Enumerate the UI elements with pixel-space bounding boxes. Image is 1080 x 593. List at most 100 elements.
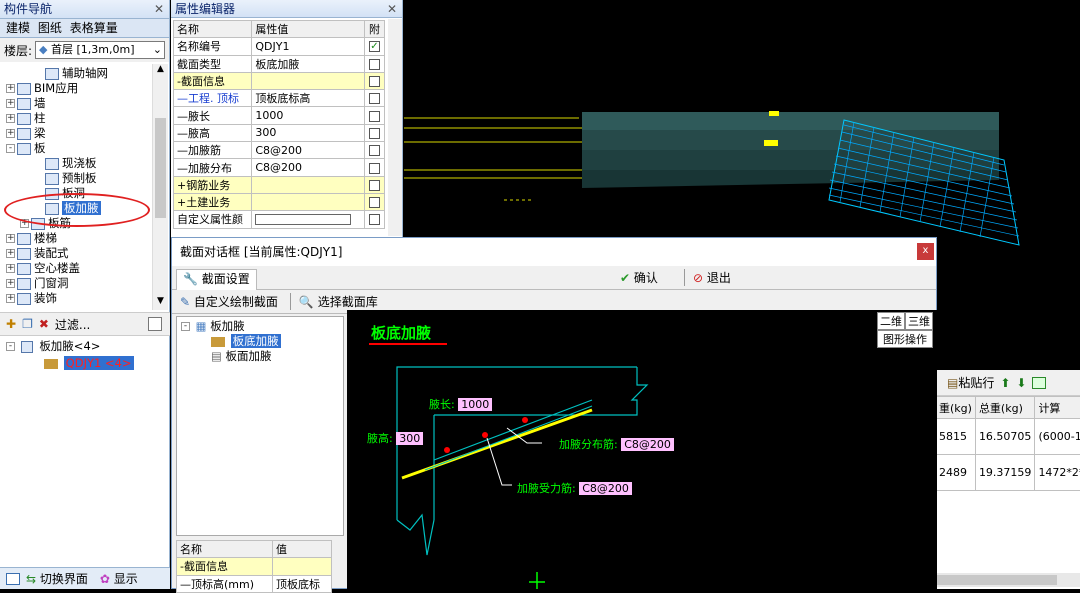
table-cell[interactable]: 19.37159: [975, 455, 1035, 491]
attach-cell[interactable]: [364, 211, 384, 228]
tree-scrollbar[interactable]: ▲ ▼: [152, 64, 168, 310]
expand-icon[interactable]: +: [6, 84, 15, 93]
checkbox[interactable]: [369, 111, 380, 122]
attach-cell[interactable]: [364, 72, 384, 89]
table-cell[interactable]: 2489: [936, 455, 976, 491]
tree-item[interactable]: +墙: [0, 96, 152, 111]
checkbox[interactable]: [369, 197, 380, 208]
tree-item[interactable]: +门窗洞: [0, 276, 152, 291]
floor-select[interactable]: ◆ 首层 [1,3m,0m] ⌄: [35, 41, 165, 59]
attach-cell[interactable]: [364, 124, 384, 141]
property-value[interactable]: 板底加腋: [252, 55, 365, 72]
attach-cell[interactable]: [364, 193, 384, 210]
collapse-icon[interactable]: -: [6, 144, 15, 153]
attach-cell[interactable]: [364, 176, 384, 193]
expand-icon[interactable]: +: [6, 249, 15, 258]
tree-item[interactable]: +装饰: [0, 291, 152, 306]
checkbox[interactable]: [369, 128, 380, 139]
scroll-up-icon[interactable]: ▲: [153, 64, 168, 78]
tree-item[interactable]: +BIM应用: [0, 81, 152, 96]
h-scrollbar[interactable]: [935, 573, 1080, 587]
props-scrollbar[interactable]: [388, 19, 402, 236]
tree-item[interactable]: 辅助轴网: [0, 66, 152, 81]
attach-cell[interactable]: ✓: [364, 38, 384, 55]
property-value[interactable]: C8@200: [252, 142, 365, 159]
table-cell[interactable]: (6000-15: [1035, 419, 1080, 455]
export-icon[interactable]: [1032, 377, 1046, 389]
scroll-down-icon[interactable]: ▼: [153, 296, 168, 310]
move-down-icon[interactable]: ⬇: [1016, 376, 1026, 390]
collapse-icon[interactable]: -: [181, 322, 190, 331]
close-icon[interactable]: ✕: [387, 0, 397, 18]
property-value[interactable]: [252, 211, 365, 228]
checkbox[interactable]: [369, 180, 380, 191]
new-component-icon[interactable]: ✚: [6, 317, 16, 331]
property-value[interactable]: 1000: [252, 107, 365, 124]
attach-cell[interactable]: [364, 107, 384, 124]
switch-ui-button[interactable]: ⇆ 切换界面: [26, 570, 88, 587]
property-value[interactable]: [252, 193, 365, 210]
checked-checkbox[interactable]: ✓: [369, 41, 380, 52]
height-value[interactable]: 300: [396, 432, 423, 445]
expand-icon[interactable]: +: [6, 234, 15, 243]
tree-item[interactable]: +装配式: [0, 246, 152, 261]
tab-table-quantity[interactable]: 表格算量: [70, 21, 118, 35]
attach-cell[interactable]: [364, 90, 384, 107]
move-up-icon[interactable]: ⬆: [1000, 376, 1010, 390]
grid-value[interactable]: 顶板底标: [273, 575, 332, 592]
distribution-value[interactable]: C8@200: [621, 438, 674, 451]
copy-icon[interactable]: ❐: [22, 317, 33, 331]
tab-section-settings[interactable]: 🔧 截面设置: [176, 269, 257, 290]
grid-icon[interactable]: [148, 317, 162, 331]
collapse-icon[interactable]: -: [6, 342, 15, 351]
select-library-button[interactable]: 🔍 选择截面库: [290, 293, 378, 310]
property-value[interactable]: 300: [252, 124, 365, 141]
expand-icon[interactable]: +: [6, 264, 15, 273]
display-button[interactable]: ✿ 显示: [100, 570, 138, 587]
tree-item[interactable]: +空心楼盖: [0, 261, 152, 276]
property-value[interactable]: 顶板底标高: [252, 90, 365, 107]
h-scroll-thumb[interactable]: [937, 575, 1057, 585]
property-value[interactable]: QDJY1: [252, 38, 365, 55]
tree-item[interactable]: 预制板: [0, 171, 152, 186]
expand-icon[interactable]: +: [6, 294, 15, 303]
property-value[interactable]: [252, 72, 365, 89]
confirm-button[interactable]: ✔ 确认: [620, 269, 658, 286]
tree-item[interactable]: +楼梯: [0, 231, 152, 246]
length-value[interactable]: 1000: [458, 398, 492, 411]
force-value[interactable]: C8@200: [579, 482, 632, 495]
property-value[interactable]: [252, 176, 365, 193]
expand-icon[interactable]: +: [6, 279, 15, 288]
tree-item[interactable]: +柱: [0, 111, 152, 126]
list-group[interactable]: - 板加腋<4>: [0, 339, 170, 354]
list-item[interactable]: QDJY1 <4>: [0, 356, 170, 371]
tree-item[interactable]: +梁: [0, 126, 152, 141]
property-value[interactable]: C8@200: [252, 159, 365, 176]
checkbox[interactable]: [369, 93, 380, 104]
table-cell[interactable]: 5815: [936, 419, 976, 455]
tab-modeling[interactable]: 建模: [6, 21, 30, 35]
expand-icon[interactable]: +: [6, 114, 15, 123]
expand-icon[interactable]: +: [6, 129, 15, 138]
table-row[interactable]: 248919.371591472*2*6: [936, 455, 1080, 491]
section-canvas[interactable]: 板底加腋 二维三维 图形操作 腋长: 1000: [347, 310, 937, 589]
checkbox[interactable]: [369, 145, 380, 156]
tree-item[interactable]: 现浇板: [0, 156, 152, 171]
minimize-icon[interactable]: [6, 573, 20, 585]
grid-value[interactable]: [273, 558, 332, 575]
custom-draw-button[interactable]: ✎ 自定义绘制截面: [180, 293, 278, 310]
close-icon[interactable]: ✕: [154, 0, 164, 18]
attach-cell[interactable]: [364, 55, 384, 72]
tree-item[interactable]: -板: [0, 141, 152, 156]
exit-button[interactable]: ⊘ 退出: [684, 269, 731, 286]
tree-item-bottom-haunch[interactable]: 板底加腋: [177, 334, 343, 349]
checkbox[interactable]: [369, 59, 380, 70]
attach-cell[interactable]: [364, 142, 384, 159]
table-cell[interactable]: 1472*2*6: [1035, 455, 1080, 491]
color-swatch[interactable]: [255, 214, 351, 225]
filter-button[interactable]: 过滤...: [55, 316, 90, 333]
attach-cell[interactable]: [364, 159, 384, 176]
expand-icon[interactable]: +: [177, 196, 186, 209]
paste-row-button[interactable]: ▤粘贴行: [947, 374, 994, 391]
expand-icon[interactable]: +: [6, 99, 15, 108]
